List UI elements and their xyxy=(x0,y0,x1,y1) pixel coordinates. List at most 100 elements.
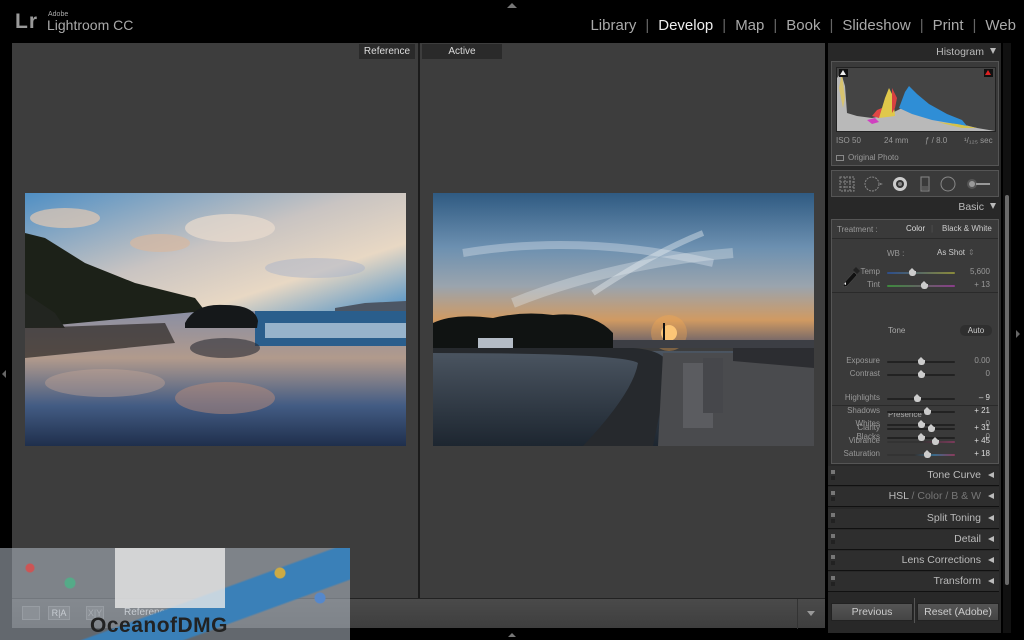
highlight-clipping-toggle[interactable] xyxy=(984,69,993,77)
module-library[interactable]: Library xyxy=(590,17,636,34)
slider-thumb[interactable] xyxy=(914,394,922,402)
panel-toggle-switch[interactable] xyxy=(831,491,835,495)
collapse-top-panel-icon[interactable] xyxy=(507,3,517,8)
slider-value-shadows[interactable]: + 21 xyxy=(974,406,990,415)
toolbar-options-dropdown[interactable] xyxy=(797,599,823,629)
panel-tab-color[interactable]: Color xyxy=(917,490,942,502)
expand-left-panel-icon[interactable] xyxy=(2,370,6,378)
slider-thumb[interactable] xyxy=(923,450,931,458)
module-map[interactable]: Map xyxy=(735,17,764,34)
slider-saturation[interactable] xyxy=(887,450,955,458)
reference-label: Reference xyxy=(359,44,415,59)
reset-button[interactable]: Reset (Adobe) xyxy=(917,603,999,621)
slider-thumb[interactable] xyxy=(924,407,932,415)
module-slideshow[interactable]: Slideshow xyxy=(842,17,910,34)
slider-contrast[interactable] xyxy=(887,370,955,378)
beach-photo-image xyxy=(25,193,406,446)
slider-label-contrast: Contrast xyxy=(849,369,880,378)
reference-pane[interactable]: Reference xyxy=(12,43,418,598)
panel-toggle-switch[interactable] xyxy=(831,555,835,559)
slider-thumb[interactable] xyxy=(917,420,925,428)
watermark-card xyxy=(115,548,225,608)
slider-value-clarity[interactable]: + 31 xyxy=(974,423,990,432)
panel-toggle-switch[interactable] xyxy=(831,470,835,474)
slider-thumb[interactable] xyxy=(917,357,925,365)
slider-value-vibrance[interactable]: + 45 xyxy=(974,436,990,445)
module-print[interactable]: Print xyxy=(933,17,964,34)
slider-thumb[interactable] xyxy=(917,370,925,378)
active-label: Active xyxy=(422,44,502,59)
slider-thumb[interactable] xyxy=(909,268,917,276)
wb-dropdown[interactable]: As Shot xyxy=(937,248,965,257)
histogram-header[interactable]: Histogram xyxy=(828,43,1001,61)
slider-value-exposure[interactable]: 0.00 xyxy=(974,356,990,365)
slider-thumb[interactable] xyxy=(927,424,935,432)
slider-whites[interactable] xyxy=(887,420,955,428)
slider-value-contrast[interactable]: 0 xyxy=(986,369,990,378)
slider-thumb[interactable] xyxy=(932,437,940,445)
collapse-right-panel-icon[interactable] xyxy=(1016,330,1020,338)
brand-name: Lightroom CC xyxy=(47,17,134,33)
slider-label-clarity: Clarity xyxy=(857,423,880,432)
slider-highlights[interactable] xyxy=(887,394,955,402)
panel-toggle-switch[interactable] xyxy=(831,534,835,538)
panel-lens-corrections[interactable]: Lens Corrections xyxy=(828,551,999,571)
slider-label-temp: Temp xyxy=(860,267,880,276)
slider-exposure[interactable] xyxy=(887,357,955,365)
slider-value-saturation[interactable]: + 18 xyxy=(974,449,990,458)
treatment-bw-option[interactable]: Black & White xyxy=(942,224,992,233)
histogram-plot xyxy=(837,73,995,131)
collapse-filmstrip-icon[interactable] xyxy=(508,633,516,637)
module-develop[interactable]: Develop xyxy=(658,17,713,34)
module-book[interactable]: Book xyxy=(786,17,820,34)
red-eye-icon[interactable] xyxy=(892,176,908,192)
scrollbar-thumb[interactable] xyxy=(1005,195,1009,585)
reference-photo[interactable] xyxy=(25,193,406,446)
panel-toggle-switch[interactable] xyxy=(831,513,835,517)
exif-aperture: ƒ / 8.0 xyxy=(925,136,948,145)
crop-overlay-icon[interactable] xyxy=(839,176,855,192)
adjustment-brush-icon[interactable] xyxy=(966,176,992,192)
panel-transform[interactable]: Transform xyxy=(828,572,999,592)
treatment-color-option[interactable]: Color xyxy=(906,224,925,233)
panel-hsl[interactable]: HSL / Color / B & W xyxy=(828,487,999,507)
active-pane[interactable]: Active xyxy=(420,43,825,598)
slider-tint[interactable] xyxy=(887,281,955,289)
basic-header[interactable]: Basic xyxy=(828,198,1001,216)
separator: | xyxy=(773,17,778,34)
slider-vibrance[interactable] xyxy=(887,437,955,445)
lightroom-window: Lr Adobe Lightroom CC Library | Develop … xyxy=(0,0,1024,640)
basic-title: Basic xyxy=(958,201,984,213)
slider-blacks[interactable] xyxy=(887,433,955,441)
slider-temp[interactable] xyxy=(887,268,955,276)
slider-value-tint[interactable]: + 13 xyxy=(974,280,990,289)
panel-title: Split Toning xyxy=(926,512,981,524)
left-panel-collapsed xyxy=(0,40,12,598)
auto-tone-button[interactable]: Auto xyxy=(960,325,992,336)
slider-shadows[interactable] xyxy=(887,407,955,415)
graduated-filter-icon[interactable] xyxy=(919,176,931,192)
slider-thumb[interactable] xyxy=(920,281,928,289)
panel-tab-bw[interactable]: B & W xyxy=(951,490,981,502)
module-web[interactable]: Web xyxy=(985,17,1016,34)
module-bar: Lr Adobe Lightroom CC Library | Develop … xyxy=(0,0,1024,40)
original-photo-checkbox[interactable]: Original Photo xyxy=(836,153,899,162)
panel-toggle-switch[interactable] xyxy=(831,576,835,580)
spot-removal-icon[interactable] xyxy=(864,176,884,192)
slider-value-highlights[interactable]: – 9 xyxy=(979,393,990,402)
slider-label-vibrance: Vibrance xyxy=(848,436,880,445)
active-photo[interactable] xyxy=(433,193,814,446)
panel-tone-curve[interactable]: Tone Curve xyxy=(828,466,999,486)
button-divider xyxy=(914,598,915,623)
histogram-graph[interactable] xyxy=(836,67,996,132)
slider-thumb[interactable] xyxy=(917,433,925,441)
slider-clarity[interactable] xyxy=(887,424,955,432)
radial-filter-icon[interactable] xyxy=(940,176,956,192)
panel-detail[interactable]: Detail xyxy=(828,530,999,550)
wb-label: WB : xyxy=(887,249,905,258)
panel-split-toning[interactable]: Split Toning xyxy=(828,509,999,529)
tool-strip xyxy=(831,170,999,197)
shadow-clipping-toggle[interactable] xyxy=(839,69,848,77)
slider-value-temp[interactable]: 5,600 xyxy=(970,267,990,276)
previous-button[interactable]: Previous xyxy=(831,603,913,621)
